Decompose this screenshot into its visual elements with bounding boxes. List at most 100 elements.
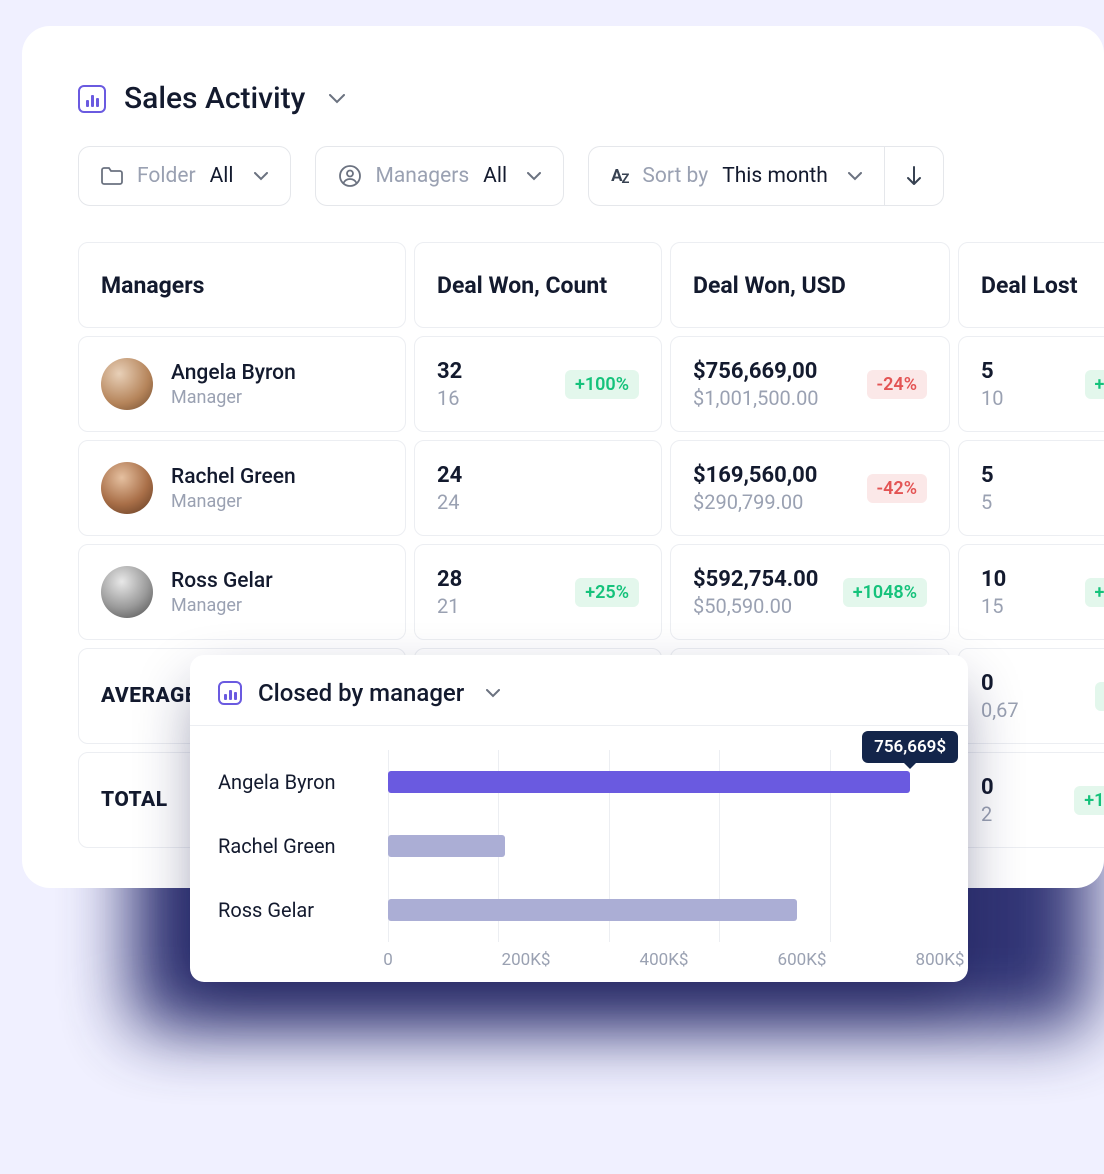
summary-cell: 0 2 +100: [958, 752, 1104, 848]
table-row[interactable]: Rachel Green Manager: [78, 440, 406, 536]
summary-label: AVERAGE: [101, 684, 197, 708]
metric-prev: 16: [437, 386, 462, 410]
avatar: [101, 462, 153, 514]
chart-bar[interactable]: 756,669$: [388, 771, 910, 793]
chart-bar[interactable]: [388, 835, 505, 857]
chart-plot: [388, 878, 940, 942]
metric-value: 5: [981, 463, 994, 488]
metric-prev: 21: [437, 594, 462, 618]
delta-badge: +1048%: [843, 578, 927, 607]
manager-name: Rachel Green: [171, 465, 296, 489]
delta-badge: +33: [1085, 578, 1104, 607]
metric-value: 32: [437, 359, 462, 384]
delta-badge: +1: [1095, 682, 1104, 711]
table-cell: 5 5: [958, 440, 1104, 536]
chart-plot: [388, 814, 940, 878]
metric-prev: $50,590.00: [693, 594, 818, 618]
chevron-down-icon: [527, 172, 541, 181]
panel-title-row[interactable]: Sales Activity: [22, 81, 1104, 146]
delta-badge: +100%: [565, 370, 639, 399]
manager-name: Ross Gelar: [171, 569, 273, 593]
column-header: Deal Lost: [958, 242, 1104, 328]
chart-row: Ross Gelar: [218, 878, 940, 942]
filter-value: All: [483, 164, 507, 188]
metric-value: 0: [981, 775, 994, 800]
delta-badge: +10: [1085, 370, 1104, 399]
table-row[interactable]: Ross Gelar Manager: [78, 544, 406, 640]
table-cell: $756,669,00 $1,001,500.00 -24%: [670, 336, 950, 432]
chart-category: Angela Byron: [218, 770, 388, 794]
summary-cell: 0 0,67 +1: [958, 648, 1104, 744]
sort-direction-button[interactable]: [884, 146, 944, 206]
chart-title-row[interactable]: Closed by manager: [190, 655, 968, 726]
sort-group: AZ Sort by This month: [588, 146, 944, 206]
metric-prev: $290,799.00: [693, 490, 817, 514]
axis-tick: 200K$: [502, 950, 551, 970]
axis-tick: 400K$: [640, 950, 689, 970]
sort-az-icon: AZ: [611, 166, 628, 186]
table-cell: 32 16 +100%: [414, 336, 662, 432]
table-cell: $592,754.00 $50,590.00 +1048%: [670, 544, 950, 640]
filter-bar: Folder All Managers All AZ Sort by This …: [22, 146, 1104, 206]
chart-body: Angela Byron 756,669$ Rachel Green Ross …: [190, 726, 968, 982]
metric-prev: 24: [437, 490, 462, 514]
metric-prev: 2: [981, 802, 994, 826]
bar-chart-icon: [78, 85, 106, 113]
manager-role: Manager: [171, 595, 273, 616]
metric-prev: 10: [981, 386, 1003, 410]
arrow-down-icon: [905, 166, 923, 186]
axis-tick: 0: [383, 950, 393, 970]
column-header: Managers: [78, 242, 406, 328]
table-row[interactable]: Angela Byron Manager: [78, 336, 406, 432]
manager-role: Manager: [171, 491, 296, 512]
filter-value: This month: [722, 164, 828, 188]
table-cell: 10 15 +33: [958, 544, 1104, 640]
delta-badge: +100: [1074, 786, 1104, 815]
delta-badge: +25%: [575, 578, 639, 607]
chart-bar[interactable]: [388, 899, 797, 921]
chart-x-axis: 0 200K$ 400K$ 600K$ 800K$: [388, 942, 940, 972]
panel-title: Sales Activity: [124, 81, 305, 116]
avatar: [101, 358, 153, 410]
filter-label: Sort by: [642, 164, 708, 188]
table-cell: 28 21 +25%: [414, 544, 662, 640]
folder-filter[interactable]: Folder All: [78, 146, 291, 206]
chevron-down-icon: [254, 172, 268, 181]
axis-tick: 800K$: [916, 950, 965, 970]
delta-badge: -24%: [867, 370, 927, 399]
metric-value: $169,560,00: [693, 463, 817, 488]
chart-category: Ross Gelar: [218, 898, 388, 922]
filter-label: Folder: [137, 164, 196, 188]
chart-title: Closed by manager: [258, 679, 464, 707]
chart-category: Rachel Green: [218, 834, 388, 858]
managers-filter[interactable]: Managers All: [315, 146, 565, 206]
person-icon: [338, 164, 362, 188]
avatar: [101, 566, 153, 618]
column-header: Deal Won, Count: [414, 242, 662, 328]
metric-prev: 0,67: [981, 698, 1019, 722]
metric-value: 5: [981, 359, 1003, 384]
metric-value: 24: [437, 463, 462, 488]
filter-label: Managers: [376, 164, 470, 188]
metric-value: 0: [981, 671, 1019, 696]
metric-prev: 5: [981, 490, 994, 514]
column-lost: Deal Lost 5 10 +10 5 5: [958, 242, 1104, 848]
filter-value: All: [210, 164, 234, 188]
manager-role: Manager: [171, 387, 296, 408]
summary-label: TOTAL: [101, 788, 168, 812]
table-cell: 5 10 +10: [958, 336, 1104, 432]
sort-filter[interactable]: AZ Sort by This month: [588, 146, 884, 206]
column-header: Deal Won, USD: [670, 242, 950, 328]
chart-row: Rachel Green: [218, 814, 940, 878]
metric-value: $592,754.00: [693, 567, 818, 592]
closed-by-manager-chart: Closed by manager Angela Byron 756,669$ …: [190, 655, 968, 982]
delta-badge: -42%: [867, 474, 927, 503]
chevron-down-icon: [323, 94, 345, 104]
metric-value: 28: [437, 567, 462, 592]
table-cell: 24 24: [414, 440, 662, 536]
chevron-down-icon: [480, 689, 500, 698]
table-cell: $169,560,00 $290,799.00 -42%: [670, 440, 950, 536]
manager-name: Angela Byron: [171, 361, 296, 385]
chart-tooltip: 756,669$: [862, 731, 958, 763]
metric-value: 10: [981, 567, 1006, 592]
